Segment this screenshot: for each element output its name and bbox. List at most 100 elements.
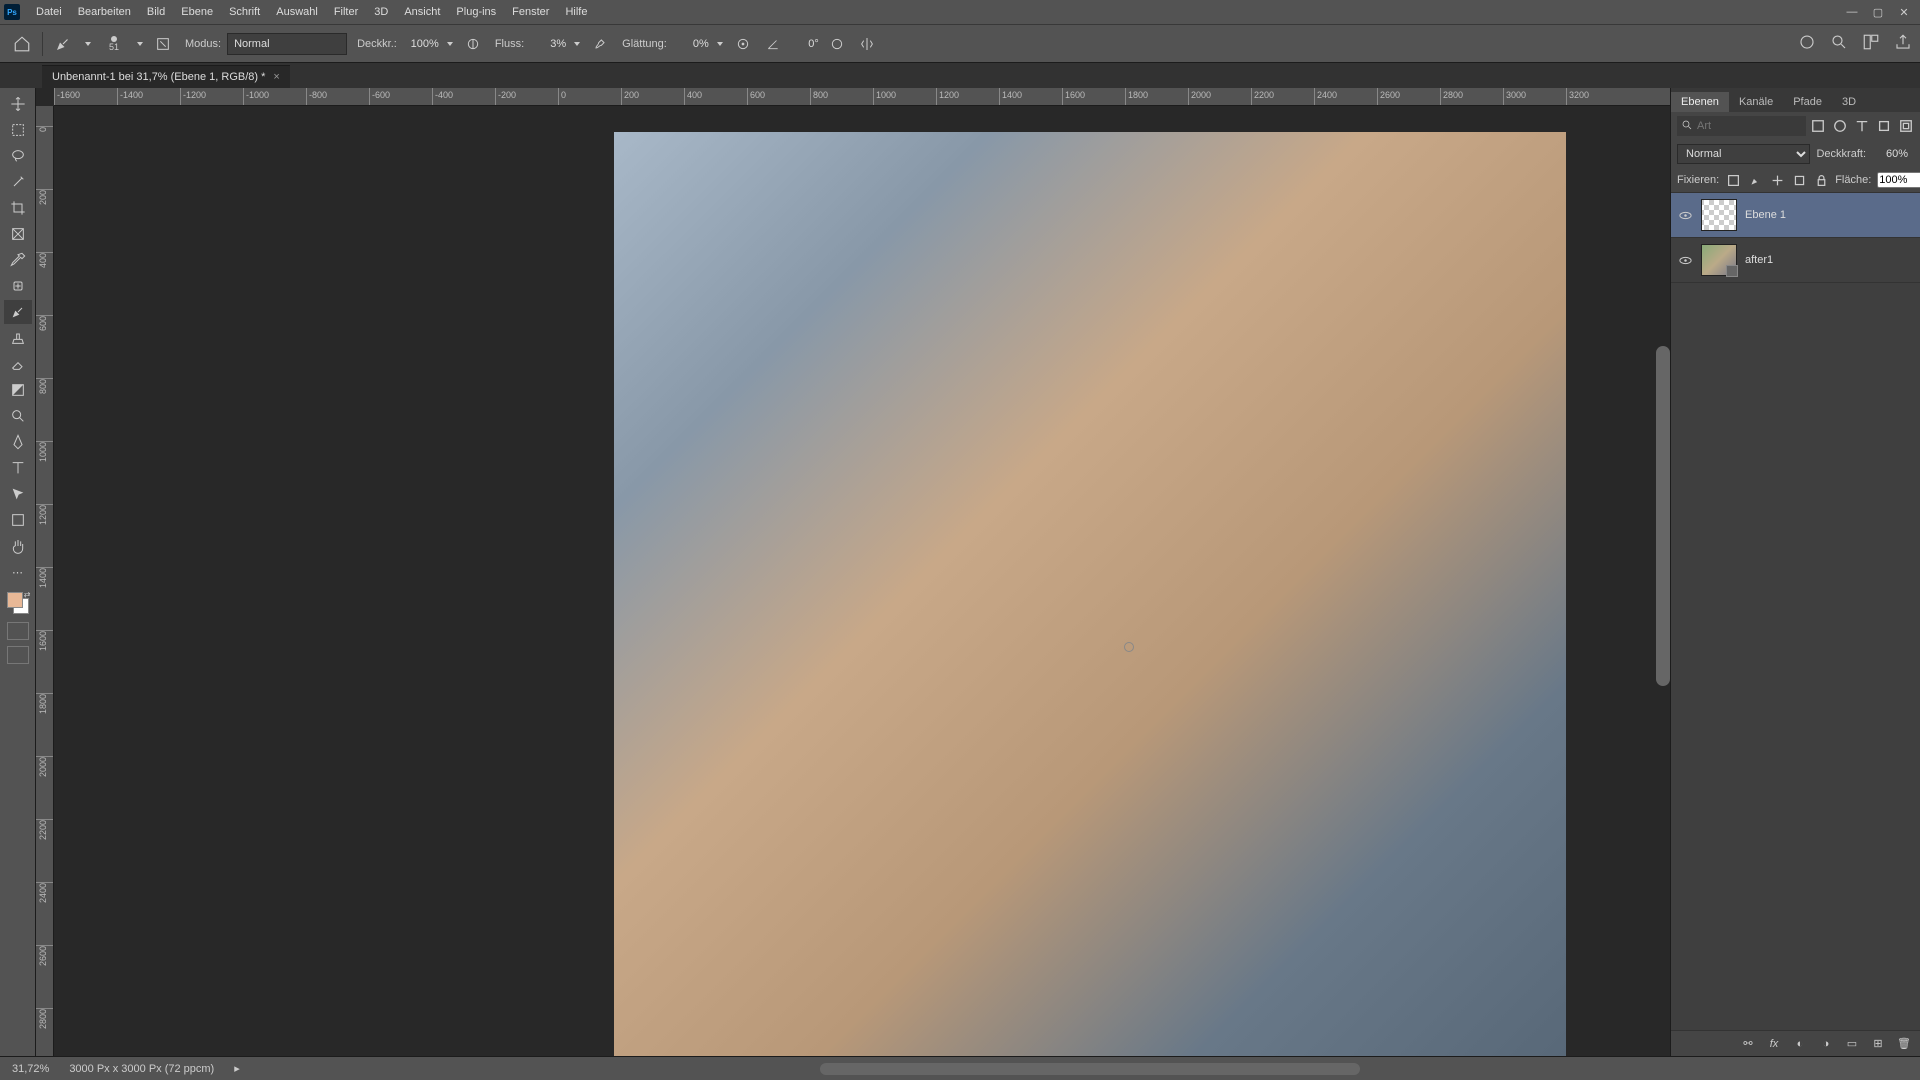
workspace-icon[interactable]: [1862, 33, 1880, 54]
move-tool[interactable]: [4, 92, 32, 116]
menu-item-schrift[interactable]: Schrift: [221, 2, 268, 22]
pen-tool[interactable]: [4, 430, 32, 454]
layer-fx-button[interactable]: fx: [1766, 1036, 1782, 1052]
opacity-input[interactable]: [403, 38, 439, 50]
canvas-image[interactable]: [614, 132, 1566, 1056]
tool-preset-dropdown[interactable]: [83, 39, 93, 49]
filter-type-icon[interactable]: [1854, 118, 1870, 134]
menu-item-plug-ins[interactable]: Plug-ins: [448, 2, 504, 22]
panel-tab-ebenen[interactable]: Ebenen: [1671, 92, 1729, 112]
menu-item-filter[interactable]: Filter: [326, 2, 366, 22]
airbrush-button[interactable]: [588, 32, 612, 56]
horizontal-scrollbar[interactable]: [820, 1063, 1360, 1075]
maximize-button[interactable]: ▢: [1866, 3, 1890, 21]
menu-item-auswahl[interactable]: Auswahl: [268, 2, 326, 22]
zoom-level[interactable]: 31,72%: [12, 1063, 49, 1075]
layer-row[interactable]: Ebene 1: [1671, 193, 1920, 238]
layer-group-button[interactable]: ▭: [1844, 1036, 1860, 1052]
minimize-button[interactable]: —: [1840, 3, 1864, 21]
flow-input[interactable]: [530, 38, 566, 50]
document-info[interactable]: 3000 Px x 3000 Px (72 ppcm): [69, 1063, 214, 1075]
quick-mask-button[interactable]: [7, 622, 29, 640]
lock-nesting-icon[interactable]: [1791, 172, 1807, 188]
layer-opacity-input[interactable]: [1872, 148, 1908, 160]
brush-preset-picker[interactable]: 51: [99, 29, 129, 59]
layer-name[interactable]: after1: [1745, 254, 1773, 266]
menu-item-fenster[interactable]: Fenster: [504, 2, 557, 22]
dodge-tool[interactable]: [4, 404, 32, 428]
horizontal-ruler[interactable]: -1600-1400-1200-1000-800-600-400-2000200…: [54, 88, 1670, 106]
menu-item-hilfe[interactable]: Hilfe: [557, 2, 595, 22]
healing-brush-tool[interactable]: [4, 274, 32, 298]
panel-tab-pfade[interactable]: Pfade: [1783, 92, 1832, 112]
magic-wand-tool[interactable]: [4, 170, 32, 194]
tool-preset-button[interactable]: [49, 30, 77, 58]
gradient-tool[interactable]: [4, 378, 32, 402]
lock-position-icon[interactable]: [1769, 172, 1785, 188]
adjustment-layer-button[interactable]: ◑: [1818, 1036, 1834, 1052]
pressure-size-button[interactable]: [825, 32, 849, 56]
lasso-tool[interactable]: [4, 144, 32, 168]
color-swatches[interactable]: ⇄: [5, 590, 31, 616]
brush-settings-button[interactable]: [151, 32, 175, 56]
vertical-ruler[interactable]: 0200400600800100012001400160018002000220…: [36, 106, 54, 1056]
shape-tool[interactable]: [4, 508, 32, 532]
lock-transparency-icon[interactable]: [1725, 172, 1741, 188]
edit-toolbar-button[interactable]: ⋯: [4, 560, 32, 584]
layer-thumbnail[interactable]: [1701, 244, 1737, 276]
layer-blend-mode-select[interactable]: Normal: [1677, 144, 1810, 164]
panel-tab-3d[interactable]: 3D: [1832, 92, 1866, 112]
lock-pixels-icon[interactable]: [1747, 172, 1763, 188]
document-tab[interactable]: Unbenannt-1 bei 31,7% (Ebene 1, RGB/8) *…: [42, 65, 290, 88]
eraser-tool[interactable]: [4, 352, 32, 376]
filter-adjustment-icon[interactable]: [1832, 118, 1848, 134]
share-icon[interactable]: [1894, 33, 1912, 54]
visibility-toggle[interactable]: [1677, 252, 1693, 268]
type-tool[interactable]: [4, 456, 32, 480]
angle-input[interactable]: [791, 38, 819, 50]
hand-tool[interactable]: [4, 534, 32, 558]
angle-icon[interactable]: [761, 32, 785, 56]
fill-input[interactable]: [1877, 172, 1920, 188]
lock-all-icon[interactable]: [1813, 172, 1829, 188]
close-button[interactable]: ✕: [1892, 3, 1916, 21]
smoothing-input[interactable]: [673, 38, 709, 50]
symmetry-button[interactable]: [855, 32, 879, 56]
link-layers-button[interactable]: ⚯: [1740, 1036, 1756, 1052]
smoothing-dropdown[interactable]: [715, 39, 725, 49]
menu-item-3d[interactable]: 3D: [366, 2, 396, 22]
cloud-docs-icon[interactable]: [1798, 33, 1816, 54]
panel-tab-kanäle[interactable]: Kanäle: [1729, 92, 1783, 112]
layer-name[interactable]: Ebene 1: [1745, 209, 1786, 221]
menu-item-datei[interactable]: Datei: [28, 2, 70, 22]
opacity-dropdown[interactable]: [445, 39, 455, 49]
frame-tool[interactable]: [4, 222, 32, 246]
crop-tool[interactable]: [4, 196, 32, 220]
pressure-opacity-button[interactable]: [461, 32, 485, 56]
delete-layer-button[interactable]: 🗑: [1896, 1036, 1912, 1052]
filter-smart-icon[interactable]: [1898, 118, 1914, 134]
layer-thumbnail[interactable]: [1701, 199, 1737, 231]
clone-stamp-tool[interactable]: [4, 326, 32, 350]
info-chevron-icon[interactable]: ▸: [234, 1062, 240, 1075]
filter-shape-icon[interactable]: [1876, 118, 1892, 134]
close-tab-button[interactable]: ×: [273, 71, 279, 83]
menu-item-bearbeiten[interactable]: Bearbeiten: [70, 2, 139, 22]
canvas-viewport[interactable]: [54, 106, 1670, 1056]
path-selection-tool[interactable]: [4, 482, 32, 506]
menu-item-bild[interactable]: Bild: [139, 2, 173, 22]
brush-tool[interactable]: [4, 300, 32, 324]
search-icon[interactable]: [1830, 33, 1848, 54]
visibility-toggle[interactable]: [1677, 207, 1693, 223]
menu-item-ebene[interactable]: Ebene: [173, 2, 221, 22]
foreground-color[interactable]: [7, 592, 23, 608]
screen-mode-button[interactable]: [7, 646, 29, 664]
smoothing-options-button[interactable]: [731, 32, 755, 56]
blend-mode-select[interactable]: Normal: [227, 33, 347, 55]
layer-mask-button[interactable]: ◐: [1792, 1036, 1808, 1052]
flow-dropdown[interactable]: [572, 39, 582, 49]
layer-filter-input[interactable]: [1697, 120, 1737, 132]
vertical-scrollbar[interactable]: [1656, 346, 1670, 686]
menu-item-ansicht[interactable]: Ansicht: [396, 2, 448, 22]
eyedropper-tool[interactable]: [4, 248, 32, 272]
